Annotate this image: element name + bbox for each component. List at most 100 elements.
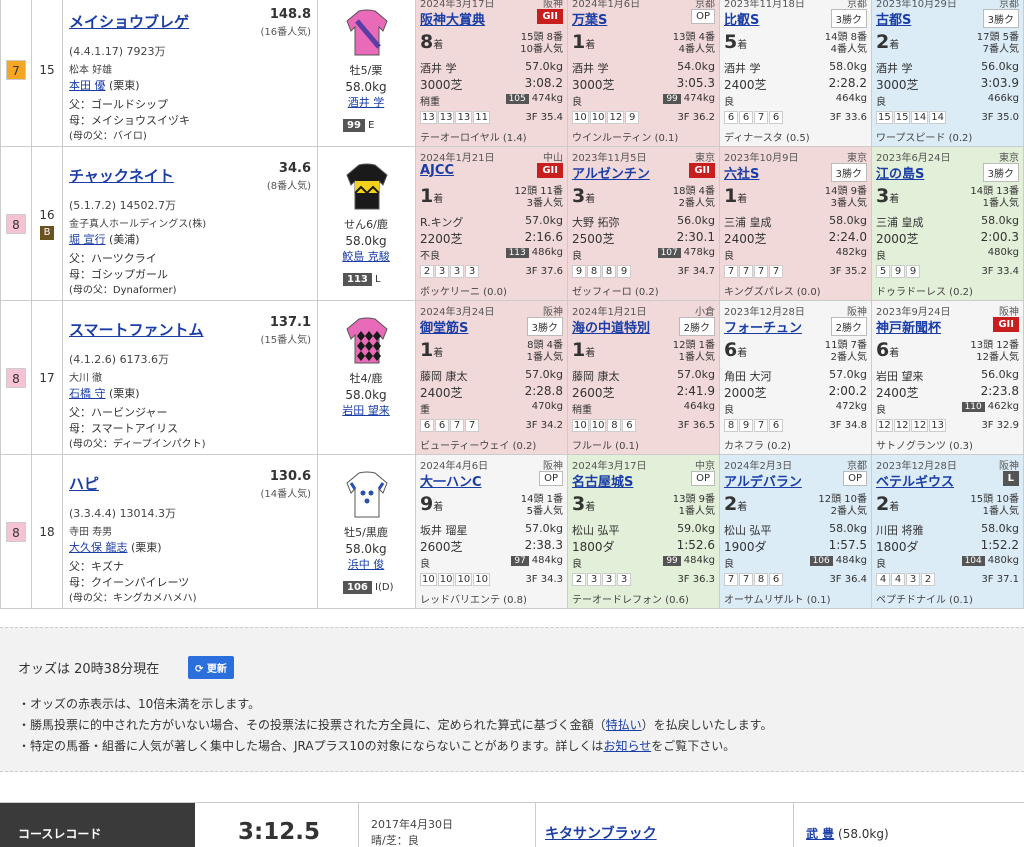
special-payout-link[interactable]: 特払い — [606, 718, 642, 732]
past-distance: 2000芝 — [876, 232, 919, 246]
past-weight: 57.0kg — [677, 368, 715, 381]
finish-suffix: 着 — [889, 348, 900, 359]
corner-position: 13 — [437, 111, 455, 124]
corner-position: 6 — [769, 419, 783, 432]
finish-suffix: 着 — [433, 348, 444, 359]
career-record: (5.1.7.2) 14502.7万 — [69, 199, 177, 212]
past-time: 2:24.0 — [828, 230, 867, 244]
past-popularity: 4番人気 — [830, 44, 867, 55]
notice-link[interactable]: お知らせ — [603, 739, 651, 753]
field-size: 14頭 9番 — [824, 186, 867, 197]
past-jockey: 三浦 皇成 — [876, 216, 924, 229]
past-race-link[interactable]: 御堂筋S — [420, 317, 468, 336]
corner-position: 6 — [724, 111, 738, 124]
trainer-region: (栗東) — [127, 541, 162, 554]
field-size: 13頭 12番 — [970, 340, 1019, 351]
popularity: (16番人気) — [260, 27, 311, 38]
trainer-link[interactable]: 石橋 守 — [69, 387, 106, 400]
owner-name: 大川 徹 — [69, 373, 103, 384]
odds-info-panel: オッズは 20時38分現在 ⟳ 更新 ・オッズの赤表示は、10倍未満を示します。… — [0, 627, 1024, 772]
update-button[interactable]: ⟳ 更新 — [188, 656, 234, 679]
track-condition: 良 — [572, 559, 582, 570]
past-distance: 2200芝 — [420, 232, 463, 246]
silks — [345, 317, 389, 365]
jockey-link[interactable]: 鮫島 克駿 — [318, 249, 414, 265]
past-distance: 2000芝 — [724, 386, 767, 400]
course-record-jockey-link[interactable]: 武 豊 — [806, 827, 834, 841]
rating: 99 E — [343, 119, 374, 132]
body-weight-value: 484kg — [683, 555, 715, 566]
body-weight-value: 480kg — [987, 247, 1019, 258]
past-race-link[interactable]: 比叡S — [724, 9, 759, 28]
corner-position: 3 — [435, 265, 449, 278]
jockey-link[interactable]: 酒井 学 — [318, 95, 414, 111]
finish-suffix: 着 — [737, 348, 748, 359]
past-race-link[interactable]: アルデバラン — [724, 471, 802, 490]
body-weight: 107 478kg — [657, 247, 715, 258]
past-race-link[interactable]: ベテルギウス — [876, 471, 954, 490]
corner-positions: 12 12 12 13 — [876, 419, 947, 432]
finish-suffix: 着 — [889, 194, 900, 205]
trainer-link[interactable]: 本田 優 — [69, 79, 106, 92]
past-race-link[interactable]: 江の島S — [876, 163, 924, 182]
past-race-venue: 阪神 — [999, 307, 1019, 318]
last-3f: 3F 37.1 — [981, 574, 1019, 585]
past-race-link[interactable]: 万葉S — [572, 9, 607, 28]
past-weight: 56.0kg — [981, 60, 1019, 73]
past-race-cell: 2023年12月28日 阪神 ベテルギウス L 2着 15頭 10番 1番人気 川田 将雅 58… — [871, 454, 1024, 609]
body-weight: 480kg — [988, 247, 1019, 258]
horse-name-link[interactable]: スマートファントム — [69, 319, 204, 340]
past-race-venue: 阪神 — [999, 461, 1019, 472]
carried-weight: 58.0kg — [345, 234, 387, 248]
trainer-link[interactable]: 堀 宣行 — [69, 233, 106, 246]
course-record-horse-link[interactable]: キタサンブラック — [545, 823, 657, 843]
past-race-link[interactable]: 神戸新聞杯 — [876, 317, 941, 336]
body-weight: 99 474kg — [663, 93, 715, 104]
past-race-link[interactable]: フォーチュン — [724, 317, 802, 336]
corner-position: 13 — [455, 111, 473, 124]
past-distance: 3000芝 — [876, 78, 919, 92]
finish-position: 1着 — [724, 185, 748, 207]
horse-name-link[interactable]: ハピ — [69, 473, 99, 494]
dam: 母：スマートアイリス — [69, 422, 179, 435]
jockey-cell: 牡5/栗 58.0kg 酒井 学 99 E — [317, 0, 416, 147]
past-time: 1:52.6 — [676, 538, 715, 552]
past-race-link[interactable]: 海の中道特別 — [572, 317, 650, 336]
past-race-link[interactable]: 古都S — [876, 9, 911, 28]
past-race-link[interactable]: アルゼンチン — [572, 163, 650, 182]
grade-badge: 3勝ク — [830, 163, 867, 182]
past-race-link[interactable]: 名古屋城S — [572, 471, 633, 490]
win-odds: 148.8 — [269, 7, 311, 22]
winner-name: キングズパレス (0.0) — [724, 287, 821, 298]
past-popularity: 2番人気 — [678, 198, 715, 209]
corner-positions: 2333 — [420, 265, 480, 278]
odds-notes: ・オッズの赤表示は、10倍未満を示します。 ・勝馬投票に的中された方がいない場合… — [18, 694, 772, 757]
past-jockey: R.キング — [420, 216, 464, 229]
body-weight-value: 484kg — [531, 555, 563, 566]
jockey-info: 牡5/栗 58.0kg 酒井 学 — [318, 63, 414, 111]
track-condition: 稍重 — [420, 97, 440, 108]
field-info: 12頭 11番 3番人気 — [514, 186, 563, 210]
jockey-link[interactable]: 岩田 望来 — [318, 403, 414, 419]
runner-row: 8 16 B チャックネイト 34.6 (8番人気) (5.1.7.2) 14502.7万金… — [0, 146, 1024, 301]
trainer-link[interactable]: 大久保 龍志 — [69, 541, 128, 554]
jockey-link[interactable]: 浜中 俊 — [318, 557, 414, 573]
past-race-link[interactable]: 阪神大賞典 — [420, 9, 485, 28]
corner-position: 10 — [572, 111, 589, 124]
body-weight-value: 466kg — [987, 93, 1019, 104]
horse-number: 18 — [39, 524, 55, 539]
pedigree: 父：ゴールドシップ 母：メイショウスイヅキ (母の父：バイロ) — [69, 97, 190, 145]
finish-position: 1着 — [572, 31, 596, 53]
horse-name-link[interactable]: メイショウブレゲ — [69, 11, 189, 32]
past-race-link[interactable]: 大一ハンC — [420, 471, 482, 490]
past-weight: 56.0kg — [677, 214, 715, 227]
field-info: 14頭 9番 3番人気 — [825, 186, 867, 210]
waku-cell: 7 — [0, 0, 32, 147]
horse-name-link[interactable]: チャックネイト — [69, 165, 174, 186]
past-race-link[interactable]: 六社S — [724, 163, 759, 182]
past-jockey: 角田 大河 — [724, 370, 772, 383]
corner-position: 3 — [906, 573, 920, 586]
field-size: 14頭 8番 — [824, 32, 867, 43]
past-race-link[interactable]: AJCC — [420, 163, 454, 178]
past-weight: 57.0kg — [525, 368, 563, 381]
